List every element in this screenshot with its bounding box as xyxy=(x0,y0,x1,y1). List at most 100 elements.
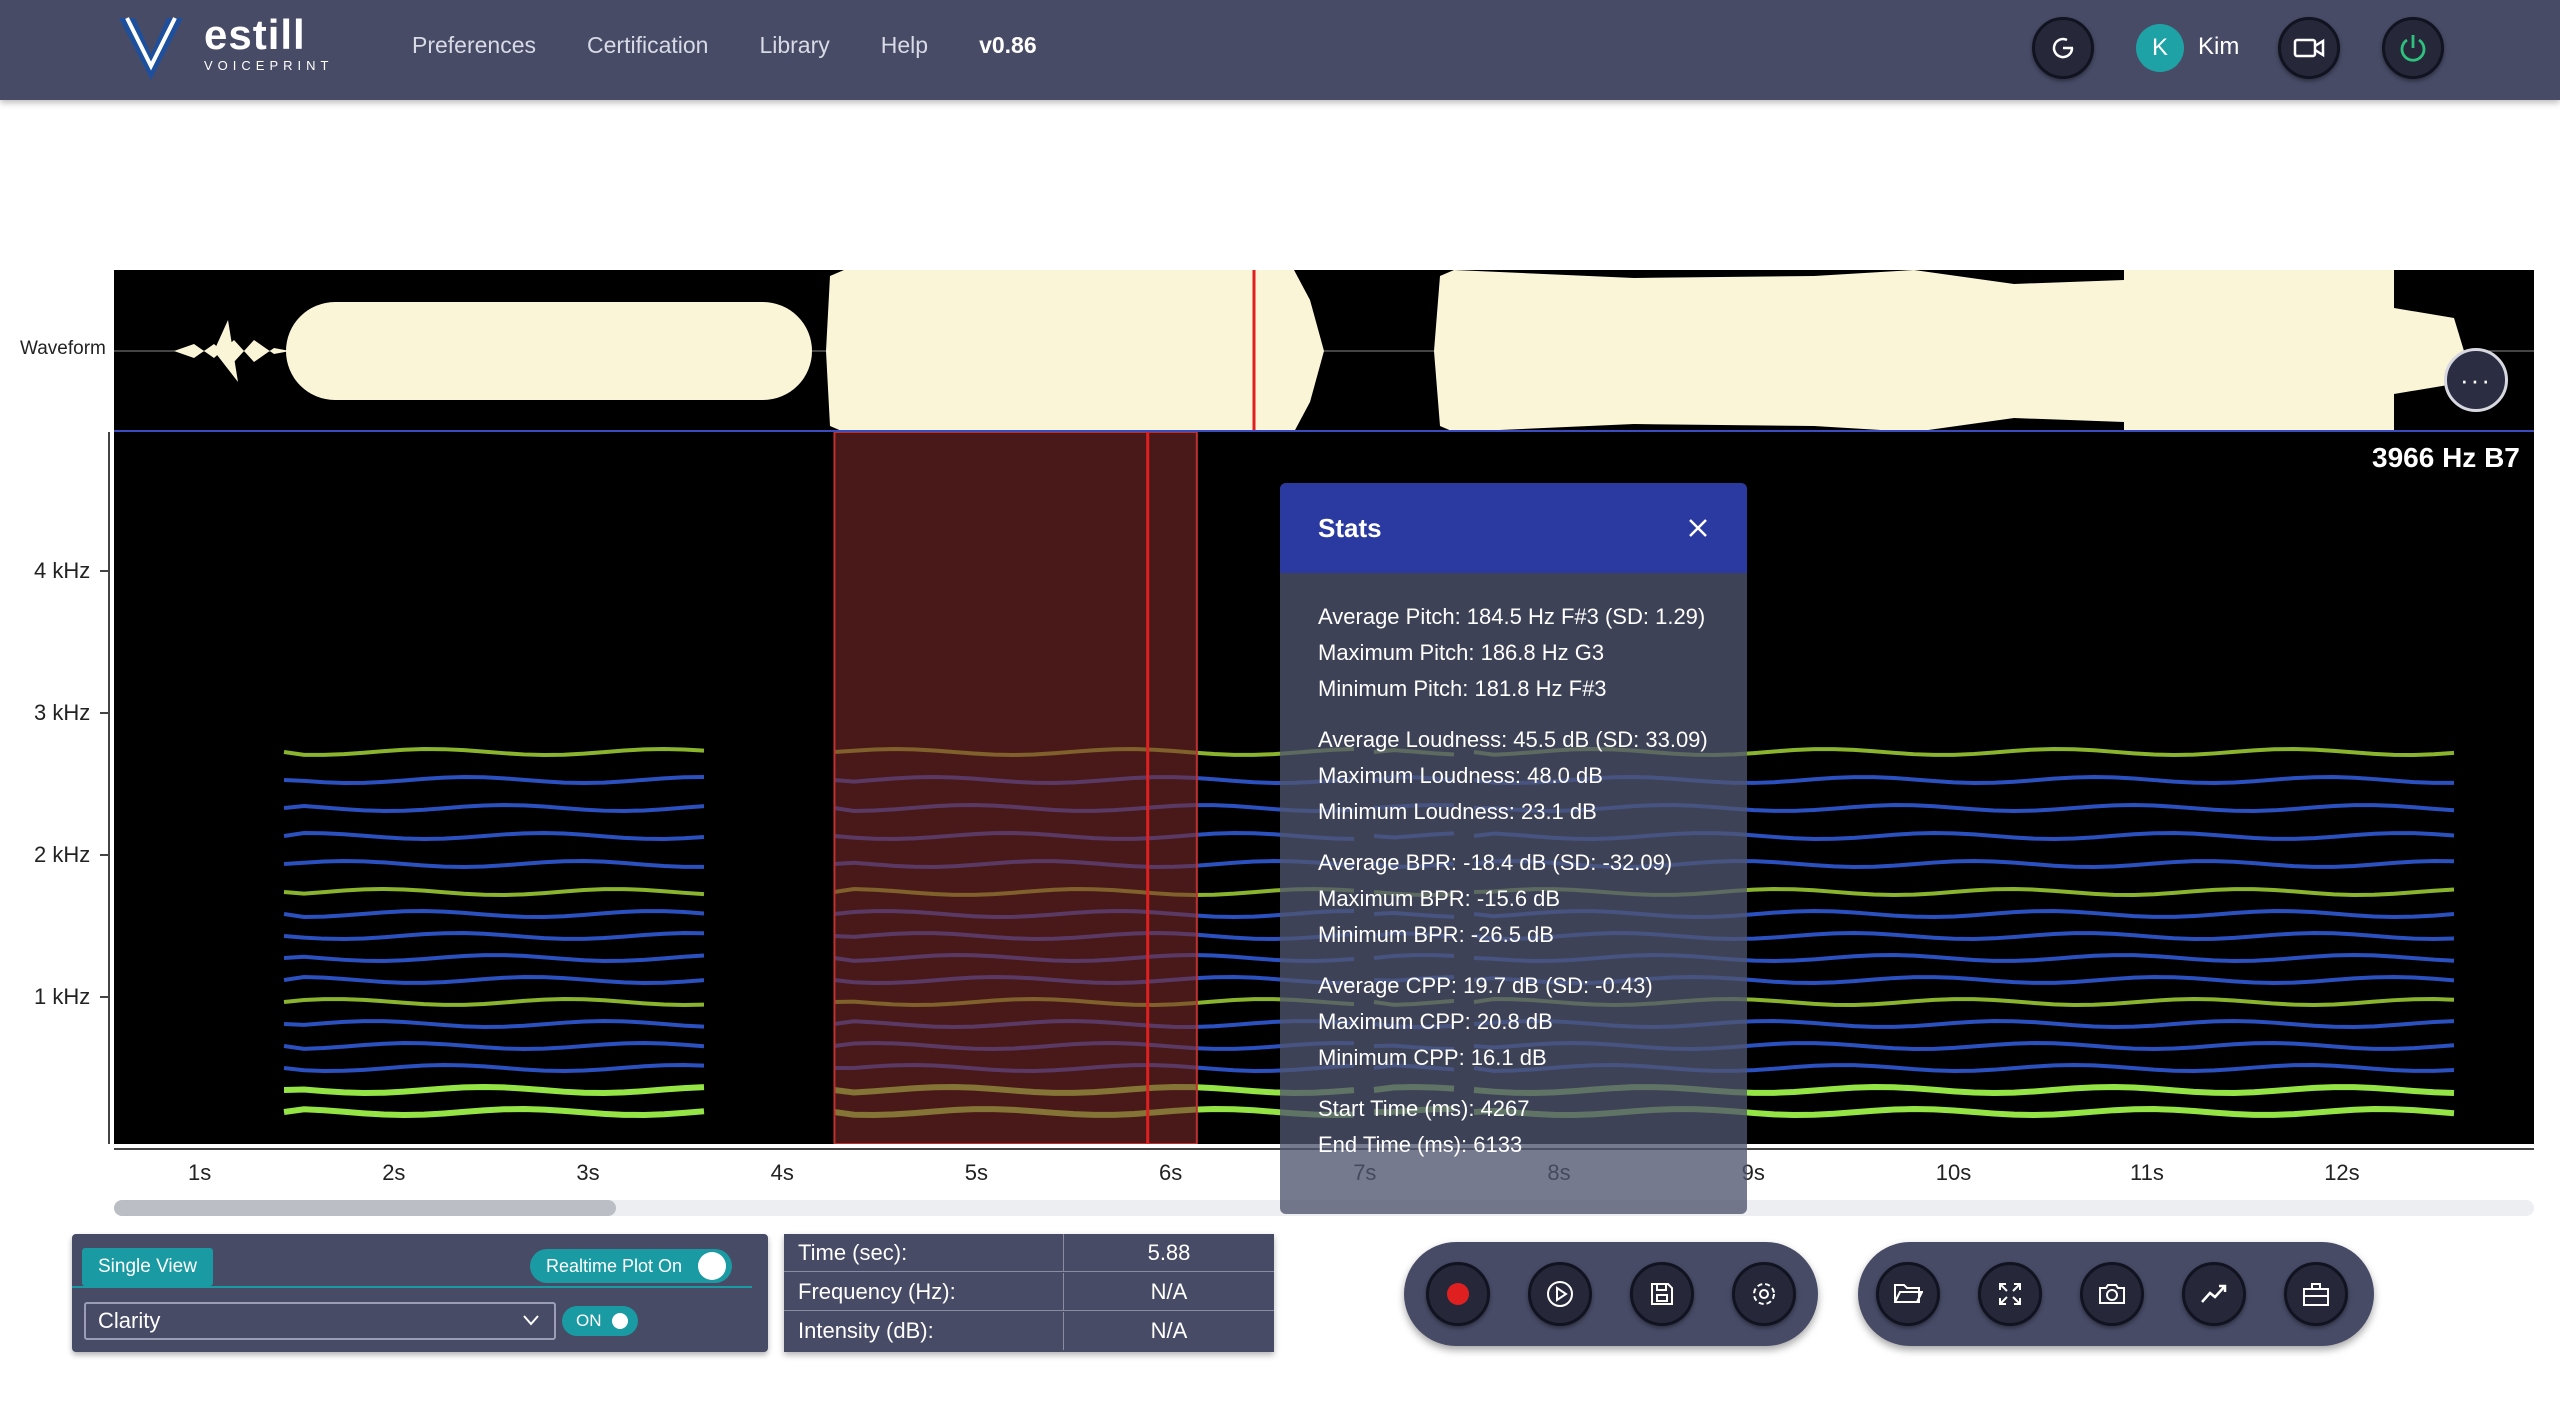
stat-line: Maximum Loudness: 48.0 dB xyxy=(1318,763,1603,788)
y-tick xyxy=(100,570,109,572)
readout-label: Frequency (Hz): xyxy=(784,1273,1064,1311)
readout-value: N/A xyxy=(1150,1318,1188,1343)
user-name[interactable]: Kim xyxy=(2198,33,2239,61)
tool-controls xyxy=(1858,1242,2374,1346)
spectrogram-harmonic xyxy=(283,953,705,963)
realtime-plot-toggle[interactable]: Realtime Plot On xyxy=(530,1249,732,1283)
stat-line: Maximum Pitch: 186.8 Hz G3 xyxy=(1318,640,1605,665)
logo: estill VOICEPRINT xyxy=(204,14,333,74)
realtime-plot-label: Realtime Plot On xyxy=(546,1255,683,1276)
spectrogram-harmonic xyxy=(283,1019,705,1029)
x-tick-label: 3s xyxy=(576,1160,600,1185)
version-label: v0.86 xyxy=(979,32,1037,58)
refresh-icon xyxy=(2048,33,2078,63)
readout-row-intensity: Intensity (dB): N/A xyxy=(784,1312,1274,1350)
close-icon[interactable] xyxy=(1687,517,1709,539)
stat-line: Maximum CPP: 20.8 dB xyxy=(1318,1009,1553,1034)
selection-region xyxy=(833,432,1198,1144)
play-button[interactable] xyxy=(1528,1262,1592,1326)
toolbox-button[interactable] xyxy=(2284,1262,2348,1326)
spectrogram-harmonic xyxy=(283,887,705,897)
waveform-label: Waveform xyxy=(20,338,106,359)
view-mode-value: Clarity xyxy=(98,1308,161,1333)
play-icon xyxy=(1545,1279,1575,1309)
stat-line: Minimum Loudness: 23.1 dB xyxy=(1318,799,1597,824)
stat-line: Average CPP: 19.7 dB (SD: -0.43) xyxy=(1318,973,1653,998)
save-icon xyxy=(1648,1280,1676,1308)
readout-value: 5.88 xyxy=(1064,1234,1274,1272)
spectrogram-harmonic xyxy=(283,1063,705,1073)
record-icon xyxy=(1445,1281,1471,1307)
x-tick-label: 4s xyxy=(770,1160,794,1185)
stats-title: Stats xyxy=(1318,512,1382,543)
toggle-knob xyxy=(612,1313,628,1329)
spectrogram-harmonic xyxy=(283,997,705,1008)
refresh-button[interactable] xyxy=(2032,17,2094,79)
trend-button[interactable] xyxy=(2182,1262,2246,1326)
stats-header: Stats xyxy=(1280,483,1747,573)
stat-line: Average BPR: -18.4 dB (SD: -32.09) xyxy=(1318,850,1673,875)
stat-line: Average Loudness: 45.5 dB (SD: 33.09) xyxy=(1318,727,1708,752)
power-button[interactable] xyxy=(2382,17,2444,79)
snapshot-button[interactable] xyxy=(2080,1262,2144,1326)
y-tick xyxy=(100,712,109,714)
tab-single-view[interactable]: Single View xyxy=(82,1248,213,1286)
spectrogram-harmonic xyxy=(283,831,705,841)
transport-controls xyxy=(1404,1242,1818,1346)
toolbox-icon xyxy=(2301,1280,2331,1308)
toggle-on-label: ON xyxy=(576,1311,602,1330)
stat-line: End Time (ms): 6133 xyxy=(1318,1132,1523,1157)
save-button[interactable] xyxy=(1630,1262,1694,1326)
y-tick xyxy=(100,996,109,998)
stats-time-group: Start Time (ms): 4267 End Time (ms): 613… xyxy=(1318,1091,1709,1163)
y-tick-label: 4 kHz xyxy=(34,558,91,583)
cursor-readout-table: Time (sec): 5.88 Frequency (Hz): N/A Int… xyxy=(784,1234,1274,1352)
y-tick-label: 2 kHz xyxy=(34,842,91,867)
waveform-more-button[interactable]: ··· xyxy=(2444,348,2508,412)
logo-brand: estill xyxy=(204,11,306,58)
camera-icon xyxy=(2097,1281,2127,1307)
spectrogram-harmonic xyxy=(283,909,705,920)
avatar[interactable]: K xyxy=(2136,24,2184,72)
y-tick-label: 3 kHz xyxy=(34,700,91,725)
logo-mark-icon xyxy=(117,14,187,84)
settings-button[interactable] xyxy=(1732,1262,1796,1326)
video-button[interactable] xyxy=(2278,17,2340,79)
spectrogram-harmonic xyxy=(283,1106,705,1119)
spectrogram-harmonic xyxy=(283,1083,705,1096)
stats-body: Average Pitch: 184.5 Hz F#3 (SD: 1.29) M… xyxy=(1280,573,1747,1204)
top-bar: estill VOICEPRINT Preferences Certificat… xyxy=(0,0,2560,100)
x-tick-label: 5s xyxy=(964,1160,989,1185)
frequency-readout: 3966 Hz B7 xyxy=(2372,442,2520,473)
stat-line: Maximum BPR: -15.6 dB xyxy=(1318,886,1561,911)
stat-line: Minimum Pitch: 181.8 Hz F#3 xyxy=(1318,676,1607,701)
stats-bpr-group: Average BPR: -18.4 dB (SD: -32.09) Maxim… xyxy=(1318,845,1709,953)
power-icon xyxy=(2397,32,2429,64)
main-nav: Preferences Certification Library Help v… xyxy=(412,32,1088,59)
stats-loudness-group: Average Loudness: 45.5 dB (SD: 33.09) Ma… xyxy=(1318,722,1709,830)
scrollbar-thumb[interactable] xyxy=(114,1200,616,1216)
expand-icon xyxy=(1997,1281,2023,1307)
nav-library[interactable]: Library xyxy=(759,32,829,59)
readout-value: N/A xyxy=(1064,1273,1274,1311)
nav-preferences[interactable]: Preferences xyxy=(412,32,536,59)
view-mode-select[interactable]: Clarity xyxy=(84,1302,556,1340)
record-button[interactable] xyxy=(1426,1262,1490,1326)
open-file-button[interactable] xyxy=(1876,1262,1940,1326)
fullscreen-button[interactable] xyxy=(1978,1262,2042,1326)
clarity-on-toggle[interactable]: ON xyxy=(562,1306,638,1336)
readout-row-time: Time (sec): 5.88 xyxy=(784,1234,1274,1272)
readout-label: Intensity (dB): xyxy=(784,1312,1064,1350)
spectrogram-harmonic xyxy=(283,775,705,786)
nav-certification[interactable]: Certification xyxy=(587,32,708,59)
x-tick-label: 1s xyxy=(188,1160,212,1185)
x-tick-label: 11s xyxy=(2130,1160,2164,1185)
y-tick-label: 1 kHz xyxy=(34,984,91,1009)
x-tick-label: 2s xyxy=(382,1160,406,1185)
view-panel: Single View Realtime Plot On Clarity ON xyxy=(72,1234,768,1352)
nav-help[interactable]: Help xyxy=(881,32,928,59)
folder-open-icon xyxy=(1893,1281,1923,1307)
y-tick xyxy=(100,854,109,856)
waveform-panel[interactable] xyxy=(114,270,2534,432)
spectrogram-harmonic xyxy=(283,1041,705,1051)
